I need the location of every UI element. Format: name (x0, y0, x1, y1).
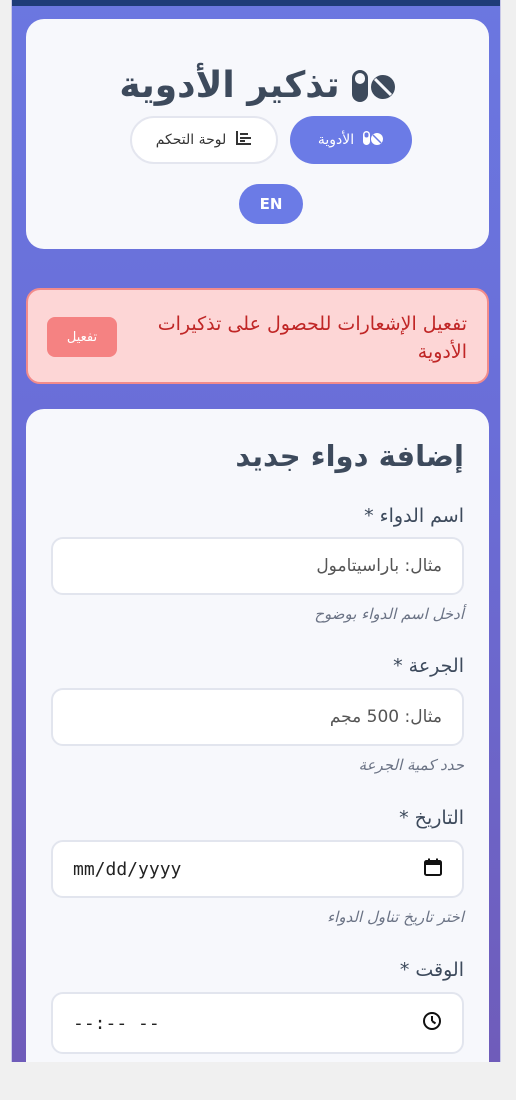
date-input[interactable]: mm/dd/yyyy (51, 840, 464, 898)
language-toggle-button[interactable]: EN (239, 184, 303, 224)
pills-icon (350, 68, 396, 104)
nav-dashboard-button[interactable]: لوحة التحكم (130, 116, 278, 164)
dosage-input[interactable]: مثال: 500 مجم (51, 688, 464, 746)
nav-medications-label: الأدوية (317, 132, 355, 148)
header-card: تذكير الأدوية الأدوية لوحة التحكم EN (26, 19, 489, 249)
dosage-hint: حدد كمية الجرعة (358, 756, 464, 774)
add-medication-form: إضافة دواء جديد اسم الدواء * مثال: باراس… (26, 409, 489, 1062)
notification-banner: تفعيل الإشعارات للحصول على تذكيرات الأدو… (26, 288, 489, 384)
date-hint: اختر تاريخ تناول الدواء (327, 908, 464, 926)
medicine-name-placeholder: مثال: باراسيتامول (316, 556, 442, 576)
time-label: الوقت * (399, 959, 464, 981)
clock-icon[interactable] (422, 1011, 442, 1036)
top-bar (12, 0, 500, 6)
notification-message: تفعيل الإشعارات للحصول على تذكيرات الأدو… (157, 313, 467, 363)
app-title-text: تذكير الأدوية (119, 65, 340, 106)
nav-medications-button[interactable]: الأدوية (290, 116, 412, 164)
date-placeholder: mm/dd/yyyy (73, 858, 182, 880)
dosage-placeholder: مثال: 500 مجم (329, 707, 442, 727)
medicine-name-hint: أدخل اسم الدواء بوضوح (314, 605, 464, 623)
date-label: التاريخ * (399, 807, 464, 829)
time-placeholder: --:-- -- (73, 1012, 160, 1034)
page-title: تذكير الأدوية (26, 65, 489, 106)
form-title: إضافة دواء جديد (235, 439, 464, 473)
nav-dashboard-label: لوحة التحكم (155, 132, 227, 148)
pills-icon (362, 130, 384, 150)
app-viewport: تذكير الأدوية الأدوية لوحة التحكم EN تفع… (11, 0, 501, 1062)
calendar-icon[interactable] (424, 858, 442, 881)
time-input[interactable]: --:-- -- (51, 992, 464, 1054)
dosage-label: الجرعة * (393, 655, 464, 677)
enable-notifications-button[interactable]: تفعيل (47, 317, 117, 357)
chart-icon (234, 130, 252, 150)
medicine-name-input[interactable]: مثال: باراسيتامول (51, 537, 464, 595)
medicine-name-label: اسم الدواء * (364, 505, 464, 527)
